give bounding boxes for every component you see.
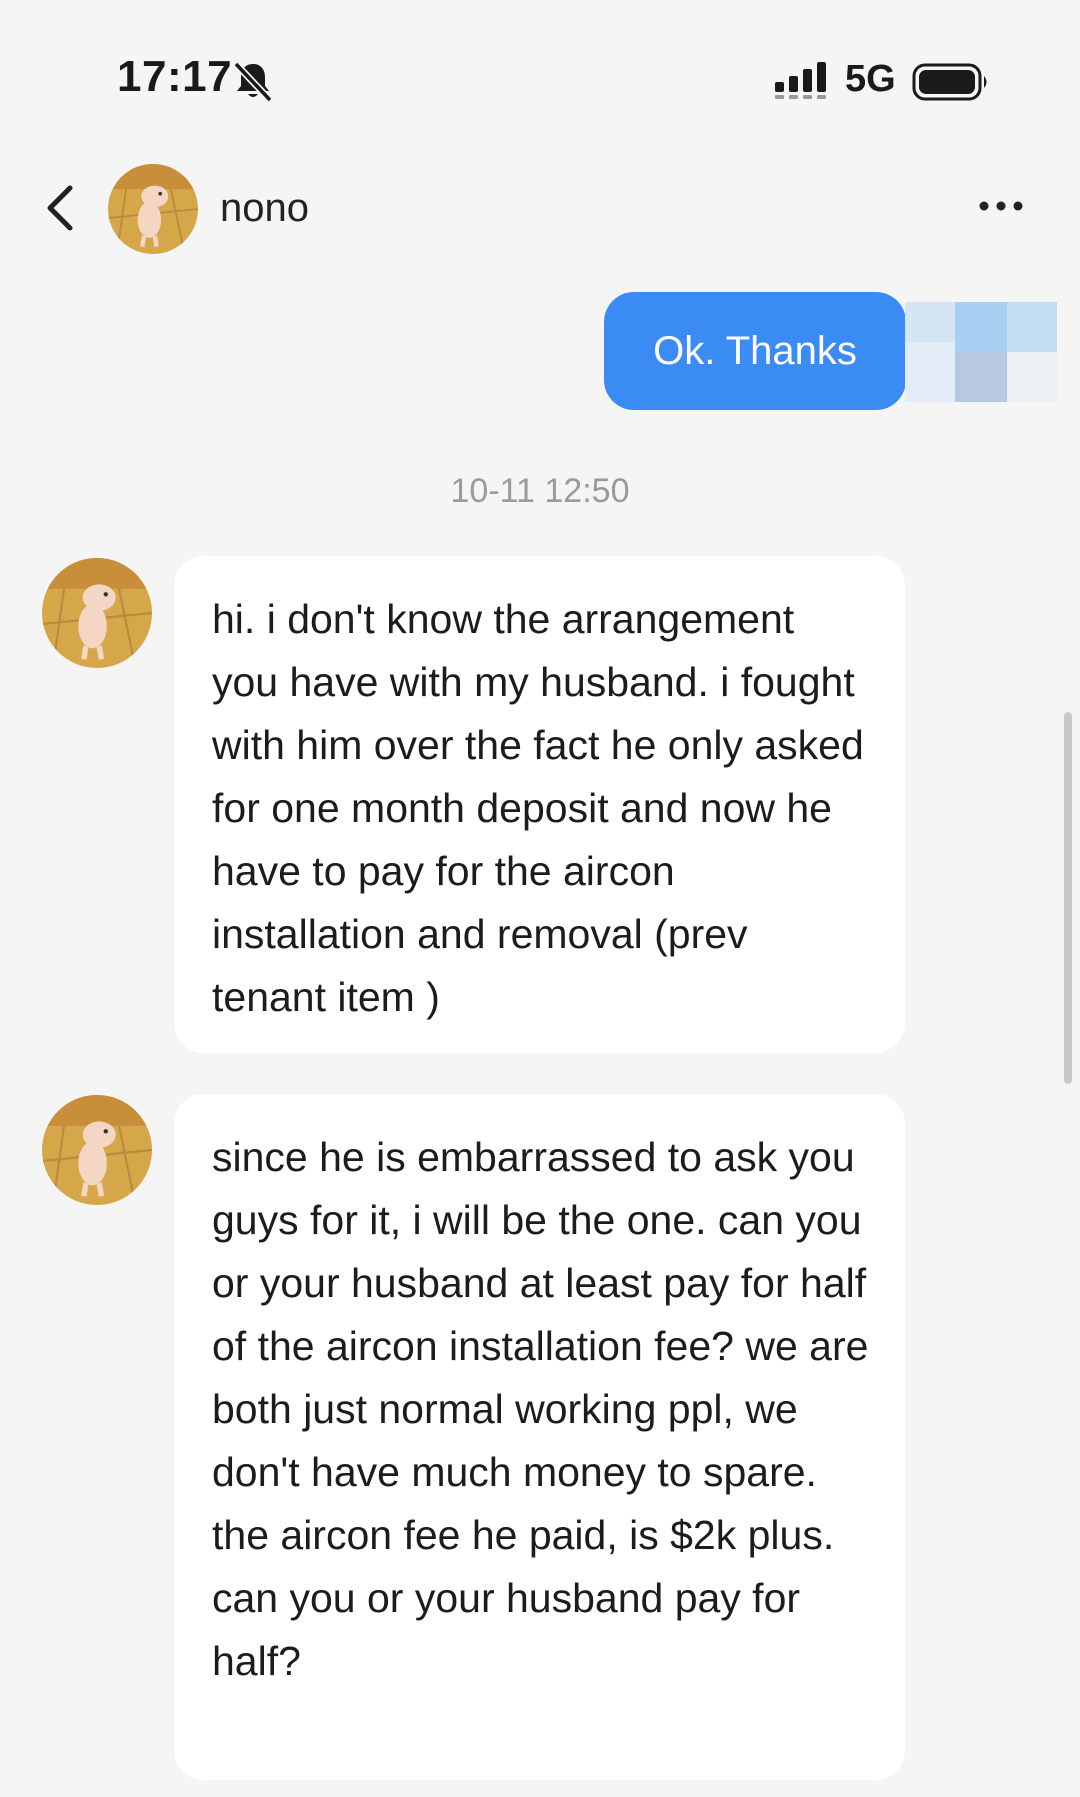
avatar-image	[42, 558, 152, 668]
status-bar: 17:17 5G	[0, 0, 1080, 140]
own-avatar[interactable]	[905, 302, 1057, 402]
sender-avatar[interactable]	[42, 558, 152, 668]
bell-slash-icon	[233, 61, 273, 103]
battery-icon	[912, 63, 987, 101]
outgoing-message-text: Ok. Thanks	[653, 328, 857, 373]
incoming-message[interactable]: since he is embarrassed to ask you guys …	[174, 1094, 905, 1780]
scrollbar[interactable]	[1064, 712, 1072, 1084]
back-button[interactable]	[38, 178, 88, 238]
incoming-message-text: hi. i don't know the arrangement you hav…	[212, 596, 864, 1020]
chat-header: nono	[0, 150, 1080, 270]
network-type: 5G	[845, 58, 896, 100]
avatar-image	[42, 1095, 152, 1205]
status-time: 17:17	[117, 52, 233, 101]
outgoing-message[interactable]: Ok. Thanks	[604, 292, 906, 410]
incoming-message[interactable]: hi. i don't know the arrangement you hav…	[174, 556, 905, 1053]
message-timestamp: 10-11 12:50	[450, 472, 630, 510]
incoming-message-text: since he is embarrassed to ask you guys …	[212, 1134, 869, 1684]
signal-icon	[775, 62, 826, 99]
sender-avatar[interactable]	[42, 1095, 152, 1205]
more-options-button[interactable]	[976, 188, 1026, 224]
contact-name[interactable]: nono	[220, 186, 309, 231]
avatar-image	[108, 164, 198, 254]
contact-avatar[interactable]	[108, 164, 198, 254]
